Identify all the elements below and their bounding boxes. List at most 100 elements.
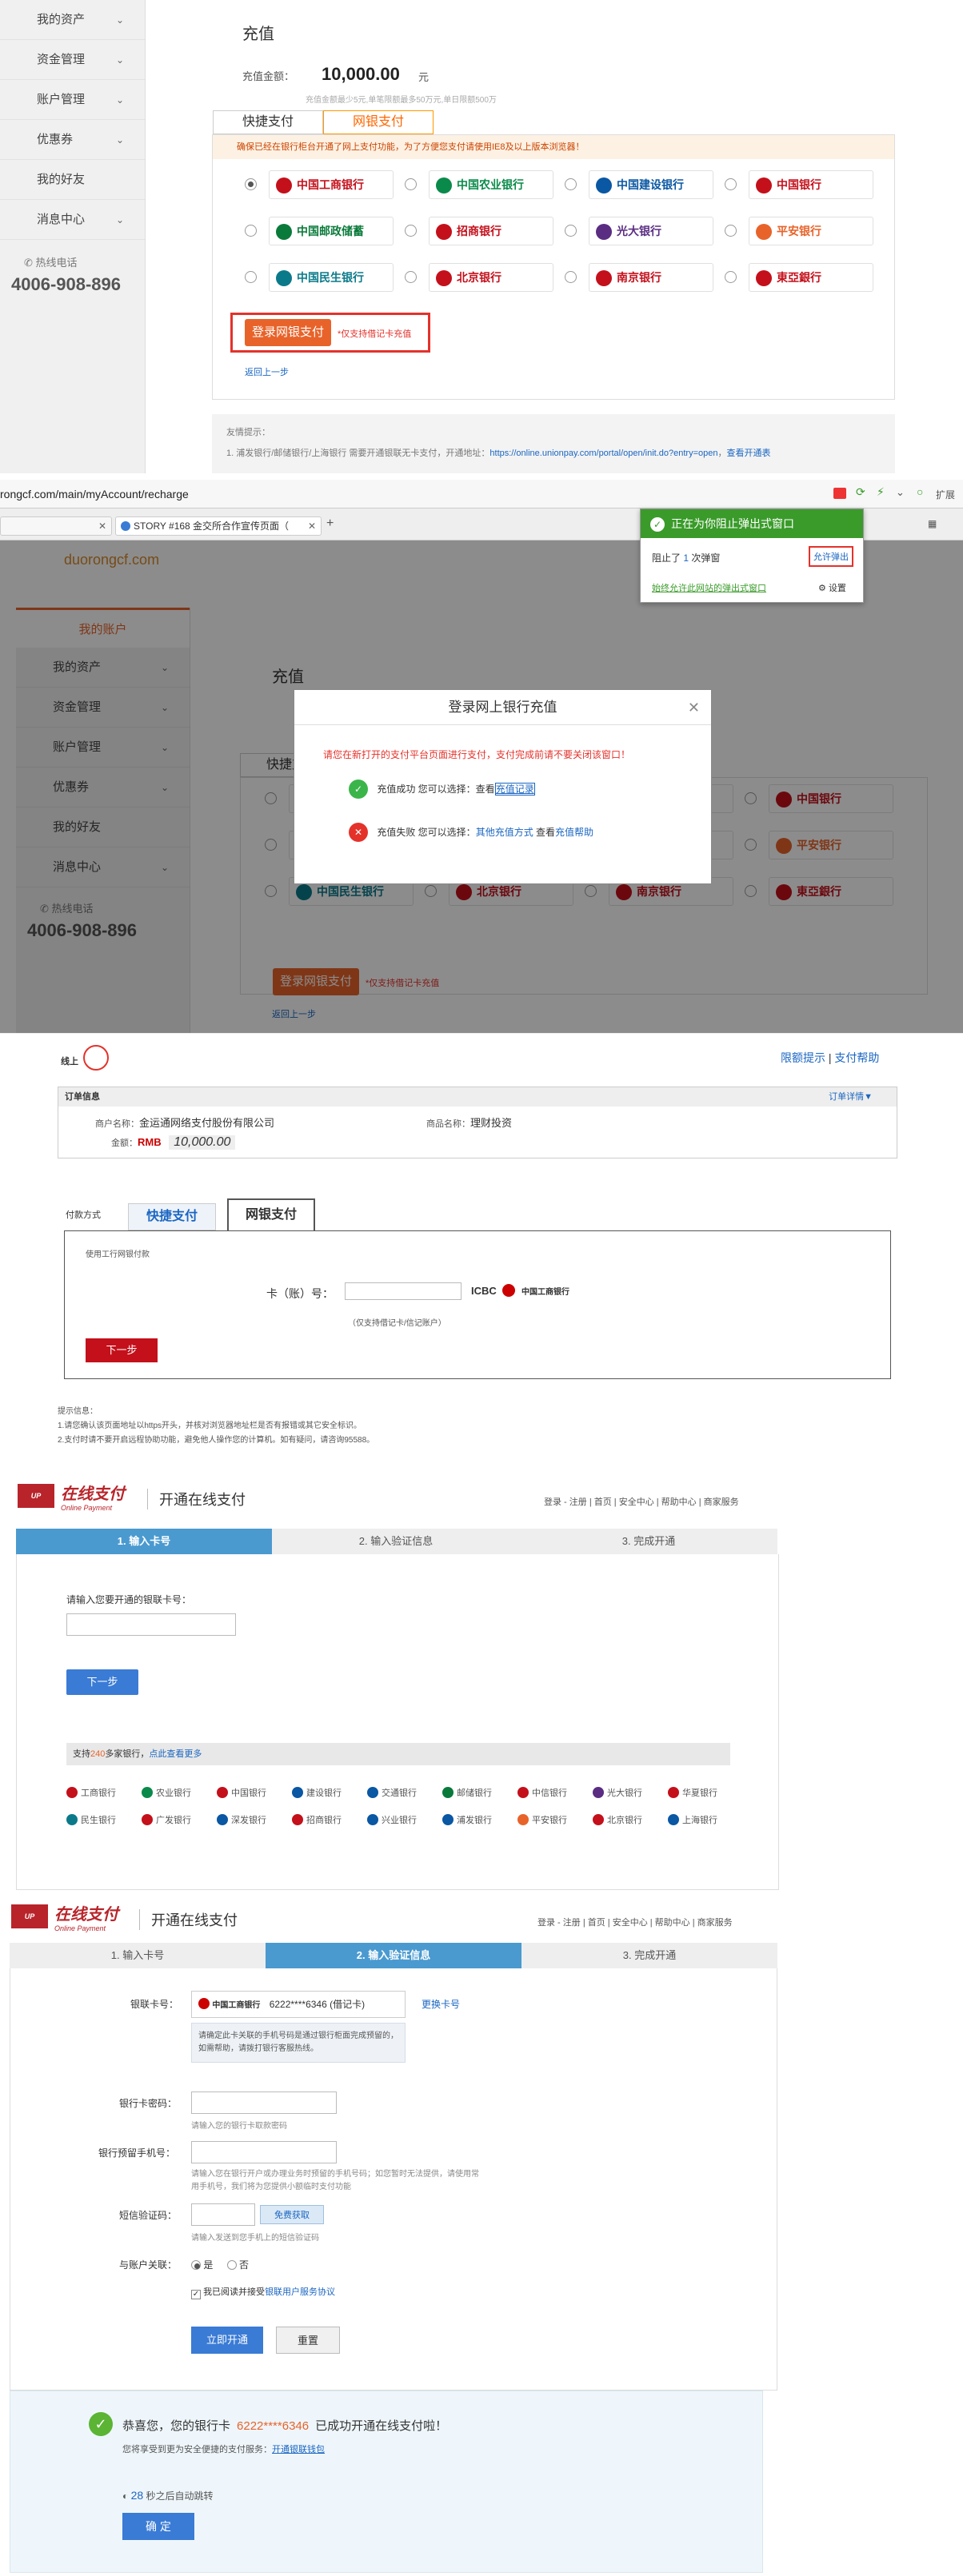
page-title: 开通在线支付 <box>139 1909 238 1930</box>
unionpay-logo-icon: UP <box>18 1484 54 1508</box>
allow-popup-link[interactable]: 允许弹出 <box>809 546 853 567</box>
settings-button[interactable]: ⚙ 设置 <box>818 581 846 594</box>
supported-bank: 广发银行 <box>142 1813 191 1826</box>
tab-story[interactable]: STORY #168 金交所合作宣传页面（ ✕ <box>115 516 322 536</box>
bank-radio[interactable] <box>565 178 577 190</box>
verify-form: 银联卡号： 中国工商银行 6222****6346 (借记卡) 更换卡号 请确定… <box>10 1968 777 2391</box>
order-info-box: 订单信息 订单详情▼ 商户名称：金运通网络支付股份有限公司 商品名称：理财投资 … <box>58 1087 897 1158</box>
sidebar-item-messages[interactable]: 消息中心 ⌄ <box>0 200 145 240</box>
sidebar-item-account[interactable]: 账户管理 ⌄ <box>0 80 145 120</box>
get-sms-code-button[interactable]: 免费获取 <box>260 2205 324 2224</box>
extensions-icon[interactable]: ▦ <box>928 518 937 529</box>
radio-no[interactable] <box>226 2260 237 2270</box>
top-links[interactable]: 登录 - 注册 | 首页 | 安全中心 | 帮助中心 | 商家服务 <box>544 1495 739 1508</box>
tab-quick-pay[interactable]: 快捷支付 <box>128 1203 216 1230</box>
bank-option[interactable]: 中国建设银行 <box>589 170 713 199</box>
bank-radio[interactable] <box>405 178 417 190</box>
open-now-button[interactable]: 立即开通 <box>191 2327 263 2354</box>
card-number-input[interactable] <box>66 1613 236 1636</box>
bank-radio[interactable] <box>245 178 257 190</box>
bank-radio[interactable] <box>725 178 737 190</box>
open-wallet-link[interactable]: 开通银联钱包 <box>272 2445 325 2454</box>
refresh-icon[interactable]: ⟳ <box>856 485 865 499</box>
bolt-icon[interactable]: ⚡ <box>877 485 885 499</box>
limit-tip-link[interactable]: 限额提示 <box>781 1051 825 1064</box>
top-links[interactable]: 登录 - 注册 | 首页 | 安全中心 | 帮助中心 | 商家服务 <box>537 1916 733 1928</box>
radio-yes[interactable] <box>191 2260 201 2270</box>
bank-radio[interactable] <box>245 271 257 283</box>
bank-option[interactable]: 光大银行 <box>589 217 713 245</box>
search-icon[interactable]: ○ <box>917 485 923 498</box>
bank-radio[interactable] <box>725 225 737 237</box>
chevron-down-icon: ⌄ <box>115 214 124 225</box>
recharge-record-link[interactable]: 充值记录 <box>494 783 535 796</box>
sms-code-input[interactable] <box>191 2203 255 2226</box>
unionpay-brand: 在线支付 Online Payment <box>54 1906 118 1932</box>
bank-option[interactable]: 北京银行 <box>429 263 553 292</box>
new-tab-button[interactable]: + <box>326 516 334 531</box>
tab-previous[interactable]: ✕ <box>0 516 112 536</box>
pwd-hint: 请输入您的银行卡取款密码 <box>191 2122 287 2131</box>
card-display: 中国工商银行 6222****6346 (借记卡) <box>191 1991 406 2018</box>
back-link[interactable]: 返回上一步 <box>245 365 289 378</box>
sidebar-item-assets[interactable]: 我的资产 ⌄ <box>0 0 145 40</box>
phone-input[interactable] <box>191 2141 337 2163</box>
tab-ebank-pay[interactable]: 网银支付 <box>323 110 434 134</box>
recharge-help-link[interactable]: 充值帮助 <box>555 827 593 838</box>
sidebar-item-coupons[interactable]: 优惠券 ⌄ <box>0 120 145 160</box>
close-icon[interactable]: ✕ <box>308 517 316 535</box>
bank-logo-icon <box>66 1787 78 1798</box>
chevron-down-icon[interactable]: ⌄ <box>896 486 905 499</box>
bank-option[interactable]: 中国邮政储蓄 <box>269 217 394 245</box>
bank-option[interactable]: 中国银行 <box>749 170 873 199</box>
confirm-button[interactable]: 确 定 <box>122 2513 194 2540</box>
menu-right-label[interactable]: 扩展 <box>936 488 955 501</box>
unionpay-step1-section: UP 在线支付 Online Payment 开通在线支付 登录 - 注册 | … <box>0 1455 963 1895</box>
bank-radio[interactable] <box>405 225 417 237</box>
bank-radio[interactable] <box>245 225 257 237</box>
unionpay-step2-section: UP 在线支付 Online Payment 开通在线支付 登录 - 注册 | … <box>0 1895 963 2391</box>
supported-bank: 邮储银行 <box>442 1786 492 1799</box>
card-label: 卡（账）号： <box>266 1287 334 1300</box>
sidebar-item-friends[interactable]: 我的好友 <box>0 160 145 200</box>
highlight-box <box>230 313 430 353</box>
change-card-link[interactable]: 更换卡号 <box>422 1997 460 2011</box>
next-button[interactable]: 下一步 <box>86 1338 158 1362</box>
bank-option[interactable]: 東亞銀行 <box>749 263 873 292</box>
bank-option[interactable]: 中国农业银行 <box>429 170 553 199</box>
success-check-icon: ✓ <box>89 2412 113 2436</box>
sidebar-item-funds[interactable]: 资金管理 ⌄ <box>0 40 145 80</box>
supported-bank: 招商银行 <box>292 1813 342 1826</box>
popup-blocked-icon[interactable] <box>833 488 846 499</box>
bank-radio[interactable] <box>725 271 737 283</box>
always-allow-link[interactable]: 始终允许此网站的弹出式窗口 <box>652 581 766 594</box>
bank-radio[interactable] <box>565 271 577 283</box>
checkbox-agree[interactable]: ✓ <box>191 2290 201 2299</box>
more-banks-link[interactable]: 点此查看更多 <box>149 1749 202 1759</box>
close-icon[interactable]: ✕ <box>98 520 106 532</box>
card-number-input[interactable] <box>345 1282 462 1300</box>
other-method-link[interactable]: 其他充值方式 <box>476 827 533 838</box>
next-button[interactable]: 下一步 <box>66 1669 138 1695</box>
bank-radio[interactable] <box>565 225 577 237</box>
bank-option[interactable]: 中国民生银行 <box>269 263 394 292</box>
currency: RMB <box>138 1136 162 1148</box>
close-icon[interactable]: ✕ <box>688 690 700 725</box>
pay-help-link[interactable]: 支付帮助 <box>834 1051 879 1064</box>
tab-ebank-pay[interactable]: 网银支付 <box>227 1198 315 1230</box>
tab-quick-pay[interactable]: 快捷支付 <box>213 110 323 134</box>
reset-button[interactable]: 重置 <box>276 2327 340 2354</box>
order-detail-toggle[interactable]: 订单详情▼ <box>829 1087 873 1107</box>
unionpay-url-link[interactable]: https://online.unionpay.com/portal/open/… <box>489 449 717 458</box>
bank-option[interactable]: 中国工商银行 <box>269 170 394 199</box>
view-table-link[interactable]: 查看开通表 <box>726 449 770 458</box>
card-password-input[interactable] <box>191 2092 337 2114</box>
bank-radio[interactable] <box>405 271 417 283</box>
debit-only-note: （仅支持借记卡/信记账户） <box>348 1319 446 1328</box>
ebank-panel: 确保已经在银行柜台开通了网上支付功能，为了方便您支付请使用IE8及以上版本浏览器… <box>212 134 895 400</box>
bank-option[interactable]: 平安银行 <box>749 217 873 245</box>
user-agreement-link[interactable]: 银联用户服务协议 <box>265 2287 335 2297</box>
bank-option[interactable]: 南京银行 <box>589 263 713 292</box>
bank-option[interactable]: 招商银行 <box>429 217 553 245</box>
url-text[interactable]: rongcf.com/main/myAccount/recharge <box>0 488 189 500</box>
